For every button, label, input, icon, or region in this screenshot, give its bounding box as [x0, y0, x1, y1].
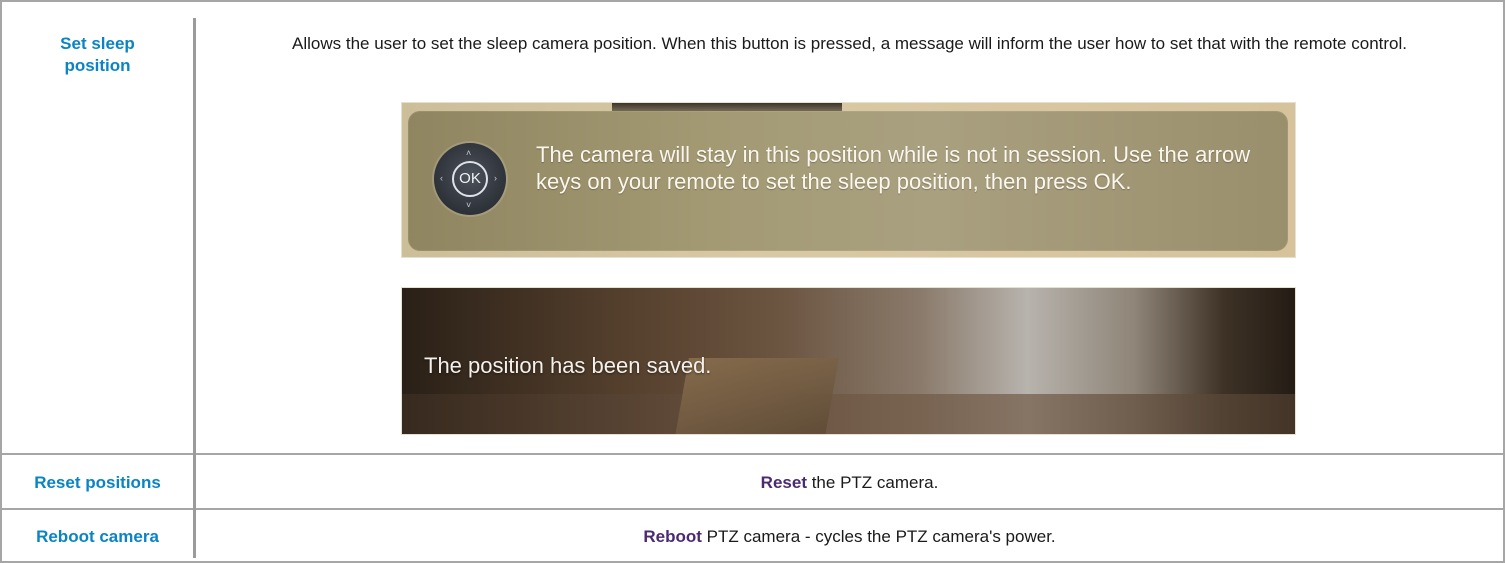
description-text: PTZ camera - cycles the PTZ camera's pow…	[701, 527, 1056, 546]
term-set-sleep-position[interactable]: Set sleep position	[2, 33, 193, 77]
sleep-position-prompt-screenshot: ˄ ˅ ‹ › OK The camera will stay in this …	[401, 102, 1296, 258]
table-row-reset-positions: Reset positions Reset the PTZ camera.	[2, 455, 1503, 510]
remote-dpad-icon: ˄ ˅ ‹ › OK	[434, 143, 506, 215]
keyword-reset: Reset	[760, 473, 807, 492]
arrow-down-icon: ˅	[466, 200, 472, 210]
position-saved-screenshot: The position has been saved.	[401, 287, 1296, 435]
overlay-message-panel: ˄ ˅ ‹ › OK The camera will stay in this …	[408, 111, 1288, 251]
description-text: Allows the user to set the sleep camera …	[292, 34, 1407, 53]
background-floor	[402, 394, 1295, 434]
term-label[interactable]: Reset positions	[34, 473, 161, 492]
saved-message-text: The position has been saved.	[424, 353, 712, 378]
term-label[interactable]: Set sleep position	[60, 34, 135, 75]
column-divider	[193, 18, 196, 558]
table-row-reboot-camera: Reboot camera Reboot PTZ camera - cycles…	[2, 510, 1503, 561]
arrow-right-icon: ›	[494, 173, 497, 183]
keyword-reboot: Reboot	[643, 527, 702, 546]
ok-button-icon: OK	[452, 161, 488, 197]
description-reboot-camera: Reboot PTZ camera - cycles the PTZ camer…	[196, 526, 1503, 548]
table-row-set-sleep-position: Set sleep position Allows the user to se…	[2, 2, 1503, 455]
description-reset-positions: Reset the PTZ camera.	[196, 472, 1503, 494]
description-text: the PTZ camera.	[806, 473, 939, 492]
term-label[interactable]: Reboot camera	[36, 527, 159, 546]
term-reboot-camera[interactable]: Reboot camera	[2, 526, 193, 548]
arrow-left-icon: ‹	[440, 173, 443, 183]
overlay-message-text: The camera will stay in this position wh…	[536, 142, 1251, 194]
description-set-sleep-position: Allows the user to set the sleep camera …	[196, 33, 1503, 55]
term-reset-positions[interactable]: Reset positions	[2, 472, 193, 494]
arrow-up-icon: ˄	[466, 148, 472, 158]
settings-table: Set sleep position Allows the user to se…	[0, 0, 1505, 563]
